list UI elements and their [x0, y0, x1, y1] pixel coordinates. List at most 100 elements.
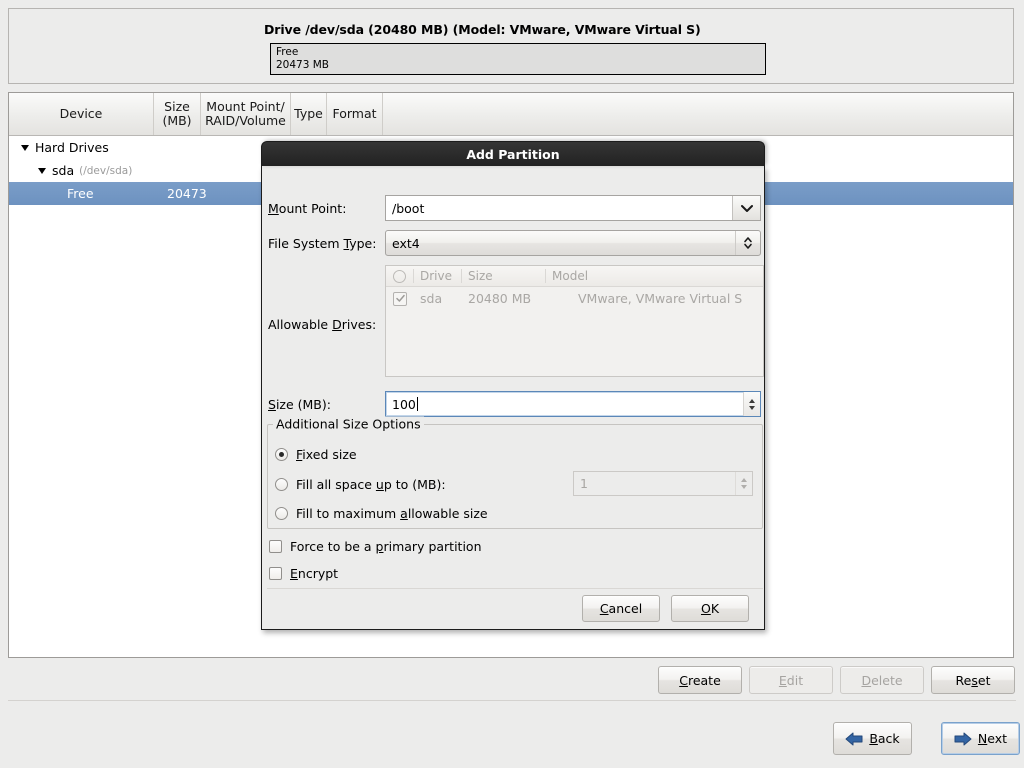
drive-graph-panel: Drive /dev/sda (20480 MB) (Model: VMware…: [8, 8, 1014, 84]
expander-triangle-icon[interactable]: [38, 168, 46, 174]
checkbox-unchecked-icon[interactable]: [269, 567, 282, 580]
spinner-up-icon[interactable]: [749, 399, 755, 403]
file-system-type-label-pre: File System: [268, 236, 343, 251]
next-button-mnemonic: N: [978, 731, 987, 746]
tree-row-device-path: (/dev/sda): [79, 165, 132, 177]
allowable-drives-header: Drive Size Model: [386, 266, 763, 287]
fill-all-space-label-post: p to (MB):: [384, 477, 446, 492]
drive-segment-free: Free 20473 MB: [276, 46, 329, 72]
arrow-left-icon: [845, 732, 863, 746]
drive-segment-name: Free: [276, 46, 329, 59]
column-header-device[interactable]: Device: [9, 93, 154, 135]
column-header-mount-line1: Mount Point/: [205, 100, 286, 114]
encrypt-label-post: ncrypt: [298, 566, 338, 581]
fill-all-space-spinner: 1: [573, 471, 753, 496]
ok-button-label-post: K: [711, 601, 719, 616]
radio-unselected-icon[interactable]: [275, 507, 288, 520]
fill-all-space-value: 1: [574, 472, 735, 495]
file-system-type-label-post: ype:: [349, 236, 376, 251]
dialog-body: Mount Point: /boot File System Type: ext…: [262, 166, 764, 628]
delete-button-label: elete: [871, 673, 902, 688]
size-label-mnemonic: S: [268, 397, 276, 412]
create-button-mnemonic: C: [679, 673, 688, 688]
footer-divider: [8, 700, 1016, 701]
edit-button-mnemonic: E: [779, 673, 787, 688]
fill-all-space-option[interactable]: Fill all space up to (MB):: [275, 477, 446, 492]
expander-triangle-icon[interactable]: [21, 145, 29, 151]
file-system-type-value: ext4: [386, 231, 735, 255]
force-primary-partition-checkbox[interactable]: Force to be a primary partition: [269, 539, 482, 554]
drive-checkbox: [386, 292, 414, 306]
text-cursor: [417, 397, 418, 411]
allowable-drives-label-mnemonic: D: [332, 317, 342, 332]
create-button-label: reate: [688, 673, 721, 688]
fill-all-space-label: Fill all space up to (MB):: [296, 477, 446, 492]
size-input[interactable]: 100: [386, 392, 743, 416]
fill-all-space-mnemonic: u: [376, 477, 384, 492]
checkbox-unchecked-icon[interactable]: [269, 540, 282, 553]
edit-button: Edit: [749, 666, 833, 694]
encrypt-checkbox[interactable]: Encrypt: [269, 566, 338, 581]
column-header-filler: [383, 93, 1013, 135]
encrypt-mnemonic: E: [290, 566, 298, 581]
column-header-type[interactable]: Type: [291, 93, 327, 135]
fill-maximum-label-pre: Fill to maximum: [296, 506, 400, 521]
drive-segment-size: 20473 MB: [276, 59, 329, 72]
cancel-button[interactable]: Cancel: [582, 595, 660, 622]
force-primary-label-pre: Force to be a: [290, 539, 376, 554]
column-header-format[interactable]: Format: [327, 93, 383, 135]
mount-point-label-text: ount Point:: [279, 201, 347, 216]
wizard-nav-buttons: Back Next: [0, 722, 1024, 756]
fixed-size-option[interactable]: Fixed size: [275, 447, 357, 462]
radio-selected-icon[interactable]: [275, 448, 288, 461]
drive-partition-bar[interactable]: Free 20473 MB: [270, 43, 766, 75]
reset-button[interactable]: Reset: [931, 666, 1015, 694]
device-tree-header: Device Size (MB) Mount Point/ RAID/Volum…: [9, 93, 1013, 136]
allowable-drives-label-pre: Allowable: [268, 317, 332, 332]
cancel-button-label-post: ancel: [609, 601, 643, 616]
back-button[interactable]: Back: [833, 722, 912, 755]
reset-button-label: Reset: [956, 673, 991, 688]
select-all-circle-icon: [386, 269, 414, 283]
column-header-size-line1: Size: [162, 100, 191, 114]
drives-column-header-model: Model: [546, 269, 763, 283]
back-button-label: ack: [878, 731, 900, 746]
fill-maximum-mnemonic: a: [400, 506, 408, 521]
column-header-mount-line2: RAID/Volume: [205, 114, 286, 128]
allowable-drives-label-post: rives:: [342, 317, 376, 332]
mount-point-value[interactable]: /boot: [386, 196, 732, 220]
next-button[interactable]: Next: [941, 722, 1020, 755]
chevron-down-icon[interactable]: [732, 196, 760, 220]
fill-maximum-option[interactable]: Fill to maximum allowable size: [275, 506, 488, 521]
drive-size: 20480 MB: [462, 291, 572, 306]
tree-row-size: 20473: [167, 186, 207, 201]
radio-unselected-icon[interactable]: [275, 478, 288, 491]
allowable-drives-row: sda 20480 MB VMware, VMware Virtual S: [386, 287, 763, 310]
next-button-label: ext: [987, 731, 1007, 746]
dialog-action-divider: [267, 588, 763, 589]
mount-point-label: Mount Point:: [268, 201, 346, 216]
create-button[interactable]: Create: [658, 666, 742, 694]
spinner-down-icon[interactable]: [749, 406, 755, 410]
tree-row-label: Free: [67, 186, 94, 201]
size-label-post: ize (MB):: [276, 397, 331, 412]
arrow-right-icon: [954, 732, 972, 746]
size-label: Size (MB):: [268, 397, 331, 412]
drive-model: VMware, VMware Virtual S: [572, 291, 763, 306]
file-system-type-label: File System Type:: [268, 236, 376, 251]
updown-chevron-icon[interactable]: [735, 231, 760, 255]
fill-all-space-label-pre: Fill all space: [296, 477, 376, 492]
size-spinner-buttons[interactable]: [743, 392, 760, 416]
drive-title: Drive /dev/sda (20480 MB) (Model: VMware…: [264, 22, 701, 37]
drives-column-header-drive: Drive: [414, 269, 462, 283]
mount-point-combo[interactable]: /boot: [385, 195, 761, 221]
size-spinner[interactable]: 100: [385, 391, 761, 417]
ok-button[interactable]: OK: [671, 595, 749, 622]
file-system-type-optionmenu[interactable]: ext4: [385, 230, 761, 256]
spinner-down-icon: [741, 485, 747, 489]
column-header-mount-point[interactable]: Mount Point/ RAID/Volume: [201, 93, 291, 135]
edit-button-label: dit: [787, 673, 803, 688]
ok-button-mnemonic: O: [701, 601, 711, 616]
mount-point-label-mnemonic: M: [268, 201, 279, 216]
column-header-size[interactable]: Size (MB): [154, 93, 201, 135]
